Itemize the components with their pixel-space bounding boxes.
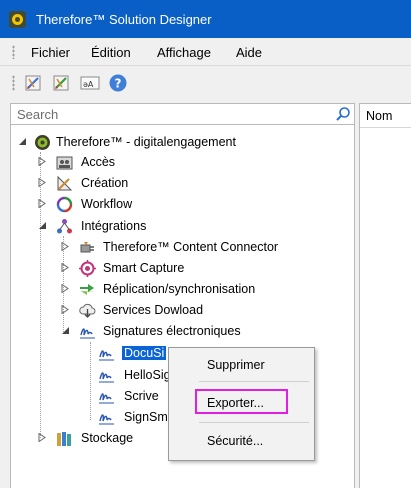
tree-node-integrations[interactable]: Intégrations — [36, 216, 336, 237]
app-window: Therefore™ Solution Designer Fichier Édi… — [0, 0, 411, 488]
collapsed-arrow-icon[interactable] — [38, 157, 47, 166]
search-box — [11, 104, 354, 125]
tree-label-acces: Accès — [81, 155, 116, 169]
tree-node-root[interactable]: Therefore™ - digitalengagement — [16, 132, 346, 153]
access-users-icon — [56, 156, 73, 170]
tree-node-workflow[interactable]: Workflow — [36, 194, 336, 215]
menu-fichier[interactable]: Fichier — [31, 45, 70, 60]
download-cloud-icon — [79, 303, 96, 318]
tree-label-hellosign: HelloSig — [124, 368, 171, 382]
tree-node-creation[interactable]: Création — [36, 173, 336, 194]
menu-separator — [199, 422, 309, 423]
signature-icon — [99, 350, 114, 361]
menubar-grip[interactable] — [12, 45, 15, 59]
tree-node-content-connector[interactable]: Therefore™ Content Connector — [59, 237, 349, 258]
signature-icon — [99, 393, 114, 404]
edit-icon[interactable] — [24, 73, 44, 93]
tree-label-creation: Création — [81, 176, 129, 190]
menu-affichage[interactable]: Affichage — [157, 45, 211, 60]
tree-label-services-download: Services Dowload — [103, 303, 204, 317]
details-panel: Nom — [359, 103, 411, 488]
tree-label-signsm: SignSm — [124, 410, 168, 424]
tree-label-smart-capture: Smart Capture — [103, 261, 185, 275]
collapsed-arrow-icon[interactable] — [61, 284, 70, 293]
menu-bar: Fichier Édition Affichage Aide — [0, 38, 411, 66]
menu-item-delete[interactable]: Supprimer — [169, 354, 314, 376]
tree-node-stockage[interactable]: Stockage — [36, 428, 176, 449]
window-title: Therefore™ Solution Designer — [36, 12, 212, 27]
tree-label-docusign: DocuSi — [122, 346, 167, 360]
toolbar-grip[interactable] — [12, 75, 15, 91]
tree-label-stockage: Stockage — [81, 431, 134, 445]
expanded-arrow-icon[interactable] — [38, 221, 47, 230]
collapsed-arrow-icon[interactable] — [61, 242, 70, 251]
tree-label-replication: Réplication/synchronisation — [103, 282, 256, 296]
svg-text:ǝA: ǝA — [83, 80, 94, 89]
menu-item-security[interactable]: Sécurité... — [169, 430, 314, 452]
edit-alt-icon[interactable] — [52, 73, 72, 93]
workflow-cycle-icon — [56, 196, 73, 213]
smart-capture-icon — [79, 260, 96, 277]
design-ruler-icon — [57, 175, 73, 191]
tree-label-workflow: Workflow — [81, 197, 133, 211]
tree-connector — [90, 342, 91, 420]
menu-item-security-label: Sécurité... — [207, 434, 264, 448]
tree-label-signatures: Signatures électroniques — [103, 324, 241, 338]
svg-text:?: ? — [115, 77, 122, 91]
text-style-icon[interactable]: ǝA — [80, 73, 100, 93]
menu-item-delete-label: Supprimer — [207, 358, 265, 372]
expanded-arrow-icon[interactable] — [61, 326, 70, 335]
help-icon[interactable]: ? — [108, 73, 128, 93]
signature-icon — [99, 372, 114, 383]
signature-icon — [99, 414, 114, 425]
collapsed-arrow-icon[interactable] — [38, 433, 47, 442]
tree-label-scrive: Scrive — [124, 389, 159, 403]
tree-node-replication[interactable]: Réplication/synchronisation — [59, 279, 349, 300]
export-highlight-annotation — [195, 389, 288, 414]
tree-node-acces[interactable]: Accès — [36, 152, 336, 173]
sync-arrows-icon — [80, 284, 95, 295]
menu-separator — [199, 381, 309, 382]
menu-aide[interactable]: Aide — [236, 45, 262, 60]
search-input[interactable] — [11, 104, 329, 124]
tree-label-root: Therefore™ - digitalengagement — [56, 135, 236, 149]
column-header-nom[interactable]: Nom — [360, 104, 411, 128]
connector-plug-icon — [80, 242, 94, 253]
signature-icon — [80, 328, 95, 339]
menu-edition[interactable]: Édition — [91, 45, 131, 60]
integration-network-icon — [57, 219, 72, 234]
tree-label-integrations: Intégrations — [81, 219, 147, 233]
toolbar: ǝA ? — [0, 66, 411, 98]
tree-node-signatures[interactable]: Signatures électroniques — [59, 321, 349, 342]
collapsed-arrow-icon[interactable] — [38, 178, 47, 187]
tree-node-smart-capture[interactable]: Smart Capture — [59, 258, 349, 279]
collapsed-arrow-icon[interactable] — [38, 199, 47, 208]
tree-label-content-connector: Therefore™ Content Connector — [103, 240, 279, 254]
server-globe-icon — [35, 135, 50, 150]
tree-node-services-download[interactable]: Services Dowload — [59, 300, 349, 321]
title-bar: Therefore™ Solution Designer — [0, 0, 411, 38]
storage-books-icon — [57, 432, 71, 446]
collapsed-arrow-icon[interactable] — [61, 305, 70, 314]
collapsed-arrow-icon[interactable] — [61, 263, 70, 272]
therefore-logo-icon — [9, 11, 26, 28]
search-icon[interactable] — [335, 106, 351, 122]
expanded-arrow-icon[interactable] — [18, 137, 27, 146]
